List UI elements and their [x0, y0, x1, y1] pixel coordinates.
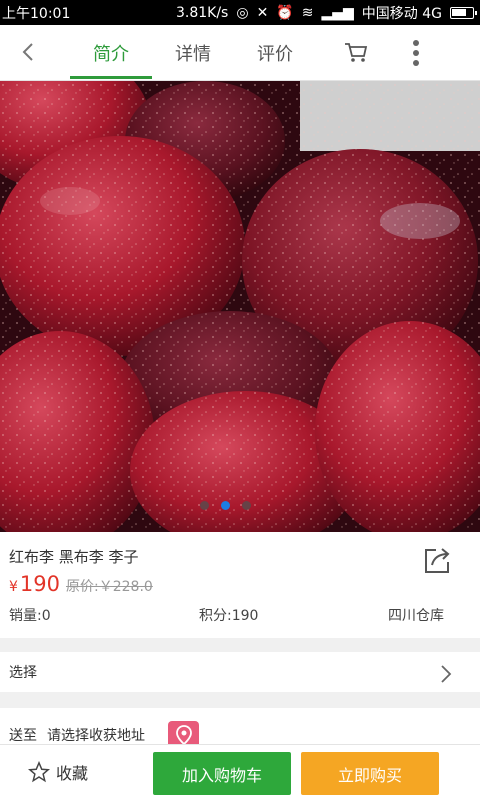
more-button[interactable]: [404, 37, 428, 69]
favorite-button[interactable]: 收藏: [28, 760, 88, 784]
warehouse: 四川仓库: [388, 608, 444, 624]
sales-count: 销量:0: [9, 608, 51, 624]
back-arrow-icon: [22, 43, 33, 61]
status-time: 上午10:01: [2, 5, 71, 22]
carrier: 中国移动 4G: [361, 5, 442, 22]
ship-to-label: 送至: [9, 728, 37, 744]
favorite-label: 收藏: [56, 764, 89, 783]
bottom-action-bar: 收藏 加入购物车 立即购买: [0, 744, 480, 800]
price-row: ¥ 190 原价:￥228.0: [9, 572, 153, 596]
carousel-indicator: [200, 501, 251, 510]
shipping-address-row[interactable]: 送至 请选择收获地址: [0, 708, 480, 748]
buy-now-button[interactable]: 立即购买: [301, 752, 439, 795]
tab-intro[interactable]: 简介: [70, 25, 152, 81]
original-price: 原价:￥228.0: [66, 579, 153, 595]
current-price: 190: [19, 572, 61, 596]
cart-icon: [345, 43, 368, 62]
more-vertical-icon: [413, 40, 419, 46]
product-image-carousel[interactable]: [0, 81, 480, 532]
carousel-dot-active: [221, 501, 230, 510]
signal-icon: ▂▄▆: [321, 4, 354, 21]
carousel-dot: [200, 501, 209, 510]
product-photo: [0, 81, 480, 532]
share-button[interactable]: [420, 544, 454, 578]
mute-icon: ✕: [256, 4, 269, 21]
carousel-dot: [242, 501, 251, 510]
select-options-row[interactable]: 选择: [0, 652, 480, 692]
select-label: 选择: [9, 665, 37, 681]
ship-to-value: 请选择收获地址: [47, 728, 145, 744]
cart-button[interactable]: [342, 39, 370, 67]
alarm-icon: ⏰: [276, 4, 294, 21]
sync-icon: ◎: [236, 4, 249, 21]
points-value: 积分:190: [199, 608, 259, 624]
status-indicators: 3.81K/s ◎ ✕ ⏰ ≋ ▂▄▆ 中国移动 4G: [175, 3, 477, 23]
product-info: 红布李 黑布李 李子 ¥ 190 原价:￥228.0 销量:0 积分:190 四…: [0, 532, 480, 638]
top-nav: 简介 详情 评价: [0, 25, 480, 81]
back-button[interactable]: [14, 38, 42, 66]
status-bar: 上午10:01 3.81K/s ◎ ✕ ⏰ ≋ ▂▄▆ 中国移动 4G: [0, 0, 480, 25]
tab-reviews[interactable]: 评价: [234, 25, 316, 81]
product-title: 红布李 黑布李 李子: [9, 548, 139, 566]
currency-symbol: ¥: [9, 579, 18, 595]
battery-icon: [450, 6, 477, 19]
active-tab-indicator: [70, 76, 152, 79]
chevron-right-icon: [441, 665, 452, 683]
tab-details[interactable]: 详情: [152, 25, 234, 81]
star-icon: [28, 761, 50, 783]
share-icon: [425, 548, 450, 573]
network-speed: 3.81K/s: [175, 4, 229, 21]
wifi-icon: ≋: [301, 4, 314, 21]
add-to-cart-button[interactable]: 加入购物车: [153, 752, 291, 795]
